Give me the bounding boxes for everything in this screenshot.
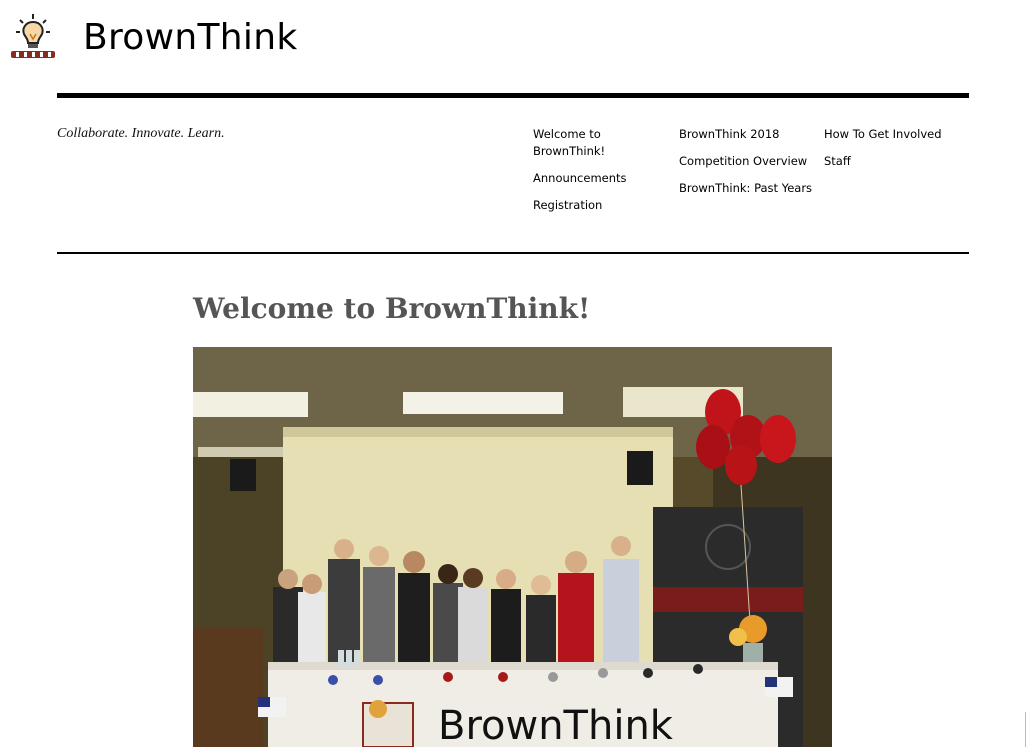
nav-column-3: How To Get Involved Staff — [824, 126, 964, 180]
nav-link-get-involved[interactable]: How To Get Involved — [824, 126, 964, 143]
nav-link-welcome[interactable]: Welcome to BrownThink! — [533, 126, 651, 160]
nav-link-competition-overview[interactable]: Competition Overview — [679, 153, 819, 170]
photo-banner-text: BrownThink — [438, 703, 674, 747]
lightbulb-icon[interactable] — [7, 12, 59, 60]
nav-column-2: BrownThink 2018 Competition Overview Bro… — [679, 126, 819, 207]
header-divider-thin — [57, 252, 969, 254]
site-tagline: Collaborate. Innovate. Learn. — [57, 126, 225, 141]
nav-link-registration[interactable]: Registration — [533, 197, 651, 214]
group-photo: BrownThink — [193, 347, 832, 747]
header-divider-thick — [57, 93, 969, 98]
site-title[interactable]: BrownThink — [83, 16, 297, 60]
nav-link-brownthink-2018[interactable]: BrownThink 2018 — [679, 126, 819, 143]
nav-link-staff[interactable]: Staff — [824, 153, 964, 170]
nav-column-1: Welcome to BrownThink! Announcements Reg… — [533, 126, 651, 224]
nav-link-past-years[interactable]: BrownThink: Past Years — [679, 180, 819, 197]
nav-link-announcements[interactable]: Announcements — [533, 170, 651, 187]
page-title: Welcome to BrownThink! — [193, 292, 591, 325]
